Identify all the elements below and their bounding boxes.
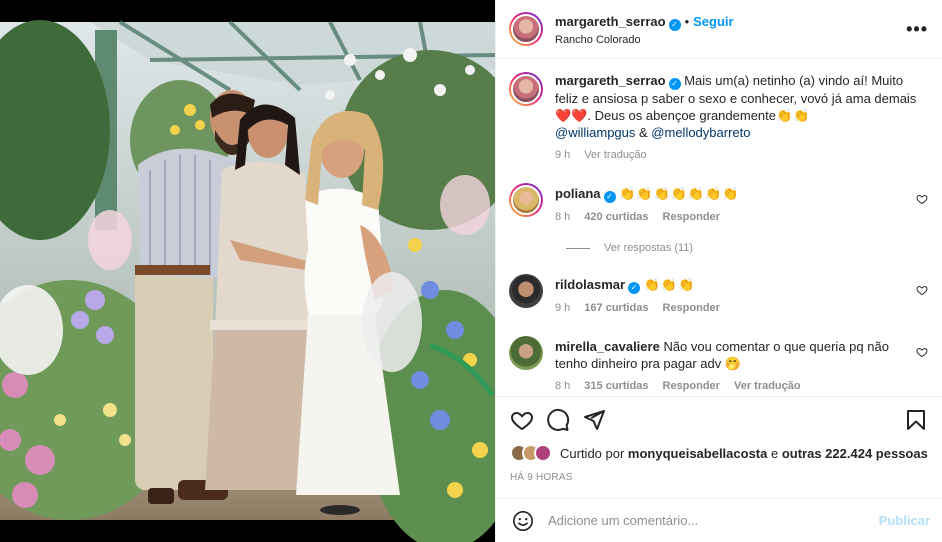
comment-input[interactable]: [548, 513, 879, 528]
caption-avatar[interactable]: [509, 72, 543, 106]
author-avatar[interactable]: [509, 12, 543, 46]
bookmark-icon[interactable]: [904, 408, 928, 432]
hearts-emoji: ❤️❤️: [555, 108, 588, 123]
post-photo[interactable]: [0, 0, 495, 542]
caption: margareth_serrao ✓ Mais um(a) netinho (a)…: [509, 72, 928, 164]
comment-body: mirella_cavaliere Não vou comentar o que…: [555, 336, 928, 395]
post-timestamp[interactable]: HÁ 9 HORAS: [510, 472, 928, 483]
translate-link[interactable]: Ver tradução: [584, 147, 646, 164]
comment-meta: 9 h 167 curtidas Responder: [555, 300, 902, 317]
likes-summary: Curtido por monyqueisabellacosta e outra…: [510, 444, 928, 462]
post-location[interactable]: Rancho Colorado: [555, 34, 906, 46]
comment-body: poliana ✓ 👏👏👏👏👏👏👏 8 h 420 curtidas Respon…: [555, 183, 928, 226]
likes-prefix: Curtido por: [560, 445, 628, 461]
comment-item: poliana ✓ 👏👏👏👏👏👏👏 8 h 420 curtidas Respon…: [509, 183, 928, 226]
verified-badge-icon: ✓: [668, 18, 681, 31]
author-info: margareth_serrao ✓ • Seguir Rancho Colorado: [555, 13, 906, 46]
comment-username[interactable]: rildolasmar: [555, 277, 625, 292]
reply-button[interactable]: Responder: [663, 209, 720, 226]
emoji-icon[interactable]: [512, 510, 534, 532]
post-photo-illustration: [0, 20, 495, 542]
comment-time[interactable]: 8 h: [555, 378, 570, 395]
mention-separator: &: [635, 125, 652, 140]
comment-username[interactable]: mirella_cavaliere: [555, 339, 660, 354]
verified-badge-icon: ✓: [668, 78, 681, 90]
comment-item: mirella_cavaliere Não vou comentar o que…: [509, 336, 928, 395]
like-comment-heart-icon[interactable]: [916, 193, 928, 205]
likes-middle: e: [767, 445, 782, 461]
publish-button[interactable]: Publicar: [879, 513, 930, 528]
action-icons: [510, 405, 928, 435]
separator-dot: •: [684, 13, 690, 29]
mention-mellodybarreto[interactable]: @mellodybarreto: [651, 125, 750, 140]
verified-badge-icon: ✓: [603, 191, 616, 203]
liker-avatars[interactable]: [510, 444, 552, 462]
emoji: 🤭: [724, 356, 742, 371]
likes-text: Curtido por monyqueisabellacosta e outra…: [560, 446, 928, 461]
more-options-icon[interactable]: •••: [906, 19, 928, 40]
comment-avatar[interactable]: [509, 274, 543, 308]
author-username[interactable]: margareth_serrao: [555, 14, 666, 29]
translate-link[interactable]: Ver tradução: [734, 378, 801, 395]
caption-username[interactable]: margareth_serrao: [555, 73, 666, 88]
verified-badge-icon: ✓: [628, 282, 641, 294]
comment-likes[interactable]: 167 curtidas: [584, 300, 648, 317]
share-icon[interactable]: [582, 408, 606, 432]
post-header: margareth_serrao ✓ • Seguir Rancho Colorado…: [496, 0, 942, 59]
comment-body: rildolasmar ✓ 👏👏👏 9 h 167 curtidas Respon…: [555, 274, 928, 317]
caption-text: margareth_serrao ✓ Mais um(a) netinho (a)…: [555, 72, 928, 141]
follow-button[interactable]: Seguir: [693, 14, 733, 29]
comments-list[interactable]: margareth_serrao ✓ Mais um(a) netinho (a)…: [496, 60, 942, 396]
post-details-panel: margareth_serrao ✓ • Seguir Rancho Colorado…: [495, 0, 942, 542]
comment-likes[interactable]: 420 curtidas: [584, 209, 648, 226]
mention-williampgus[interactable]: @williampgus: [555, 125, 635, 140]
liker-avatar: [534, 444, 552, 462]
comment-icon[interactable]: [546, 408, 570, 432]
replies-divider: [566, 247, 590, 249]
caption-body: margareth_serrao ✓ Mais um(a) netinho (a)…: [555, 72, 928, 164]
comment-likes[interactable]: 315 curtidas: [584, 378, 648, 395]
reply-button[interactable]: Responder: [663, 378, 720, 395]
caption-time[interactable]: 9 h: [555, 147, 570, 164]
liker-username[interactable]: monyqueisabellacosta: [628, 446, 767, 461]
comment-time[interactable]: 9 h: [555, 300, 570, 317]
comment-meta: 8 h 420 curtidas Responder: [555, 209, 902, 226]
caption-text-2: . Deus os abençoe grandemente: [587, 108, 777, 123]
comment-username[interactable]: poliana: [555, 186, 601, 201]
comment-avatar[interactable]: [509, 336, 543, 370]
clap-emoji: 👏👏: [776, 108, 811, 123]
like-comment-heart-icon[interactable]: [916, 346, 928, 358]
instagram-post-modal: margareth_serrao ✓ • Seguir Rancho Colorado…: [0, 0, 942, 542]
post-actions: Curtido por monyqueisabellacosta e outra…: [496, 396, 942, 483]
view-replies-label: Ver respostas (11): [604, 242, 694, 254]
caption-meta: 9 h Ver tradução: [555, 147, 928, 164]
clap-emoji: 👏👏👏👏👏👏👏: [619, 186, 740, 201]
comment-item: rildolasmar ✓ 👏👏👏 9 h 167 curtidas Respon…: [509, 274, 928, 317]
view-replies-button[interactable]: Ver respostas (11): [566, 242, 928, 254]
comment-meta: 8 h 315 curtidas Responder Ver tradução: [555, 378, 902, 395]
clap-emoji: 👏👏👏: [643, 277, 696, 292]
heart-icon[interactable]: [510, 408, 534, 432]
like-comment-heart-icon[interactable]: [916, 284, 928, 296]
add-comment-bar: Publicar: [496, 498, 942, 542]
reply-button[interactable]: Responder: [663, 300, 720, 317]
comment-avatar[interactable]: [509, 183, 543, 217]
likes-others[interactable]: outras 222.424 pessoas: [782, 446, 928, 461]
comment-time[interactable]: 8 h: [555, 209, 570, 226]
